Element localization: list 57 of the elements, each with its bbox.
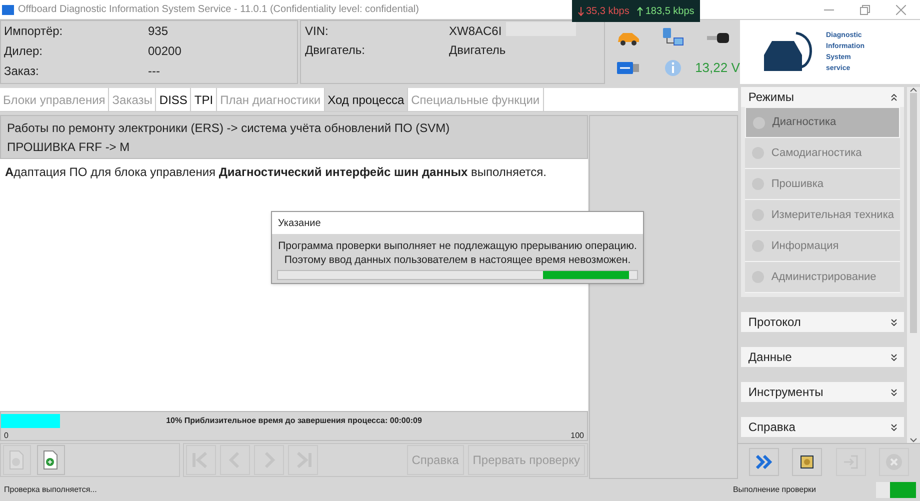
expand-icon xyxy=(891,354,897,360)
progress-min: 0 xyxy=(4,430,8,442)
window-title: Offboard Diagnostic Information System Service - 11.0.1 (Confidentiality level: confidential) xyxy=(18,3,419,17)
section-header[interactable]: Инструменты xyxy=(741,382,904,402)
breadcrumb-text: Работы по ремонту электроники (ERS) -> система учёта обновлений ПО (SVM) xyxy=(7,120,451,136)
upload-arrow-icon xyxy=(637,6,644,16)
dialog-text: Поэтому ввод данных пользователем в настоящее время невозможен. xyxy=(284,253,631,267)
voltage-reading: 13,22 V xyxy=(695,58,740,77)
close-icon[interactable] xyxy=(896,4,906,14)
blurred-region xyxy=(506,22,576,36)
field-label: Заказ: xyxy=(4,63,40,80)
app-icon xyxy=(2,4,14,14)
field-value: 935 xyxy=(148,23,170,40)
close-circle-icon xyxy=(885,452,904,470)
section-header[interactable]: Режимы xyxy=(741,87,904,107)
field-label: Двигатель: xyxy=(305,42,366,59)
expand-icon xyxy=(891,388,897,396)
document-plus-icon xyxy=(43,450,59,470)
expand-icon xyxy=(891,318,897,326)
restore-icon[interactable] xyxy=(860,4,870,14)
section-header[interactable]: Данные xyxy=(741,347,904,367)
key-icon xyxy=(706,30,730,45)
document-minus-icon xyxy=(9,450,25,470)
dialog-text: Программа проверки выполняет не подлежащую прерыванию операцию. xyxy=(278,239,637,253)
download-speed: 35,3 kbps xyxy=(586,4,630,18)
usb-icon xyxy=(616,60,640,75)
section-header[interactable]: Протокол xyxy=(741,312,904,332)
double-chevron-right-icon xyxy=(755,454,774,468)
forward-button[interactable] xyxy=(749,448,780,476)
field-value: Двигатель xyxy=(449,41,600,60)
collapse-icon xyxy=(891,94,897,100)
field-label: VIN: xyxy=(305,23,330,40)
field-label: Дилер: xyxy=(4,43,44,60)
field-value: 00200 xyxy=(148,43,182,60)
info-icon xyxy=(664,58,682,77)
tab[interactable]: Ход процесса xyxy=(324,88,408,111)
zoom-in-document-button[interactable] xyxy=(37,445,65,475)
scrollbar[interactable] xyxy=(907,87,920,443)
progress-label: 10% Приблизительное время до завершения процесса: 00:00:09 xyxy=(165,415,423,427)
field-value: XW8AC6I xyxy=(449,22,600,41)
progress-max: 100 xyxy=(570,430,584,442)
dialog-title: Указание xyxy=(272,212,643,234)
frame-icon xyxy=(799,454,816,470)
status-text: Выполнение проверки xyxy=(732,484,817,496)
field-label: Импортёр: xyxy=(4,23,64,40)
scroll-up-icon[interactable] xyxy=(910,87,917,93)
section-header[interactable]: Справка xyxy=(741,417,904,437)
status-message: Адаптация ПО для блока управления Диагностический интерфейс шин данных выполняется. xyxy=(5,165,546,179)
frame-button[interactable] xyxy=(792,448,822,476)
field-value: --- xyxy=(148,63,161,80)
status-text: Проверка выполняется... xyxy=(4,484,98,496)
download-arrow-icon xyxy=(578,6,584,16)
upload-speed: 183,5 kbps xyxy=(645,4,694,18)
status-indicator xyxy=(876,482,916,498)
scroll-down-icon[interactable] xyxy=(910,437,917,443)
breadcrumb-text: ПРОШИВКА FRF -> M xyxy=(7,138,131,156)
expand-icon xyxy=(891,424,897,430)
